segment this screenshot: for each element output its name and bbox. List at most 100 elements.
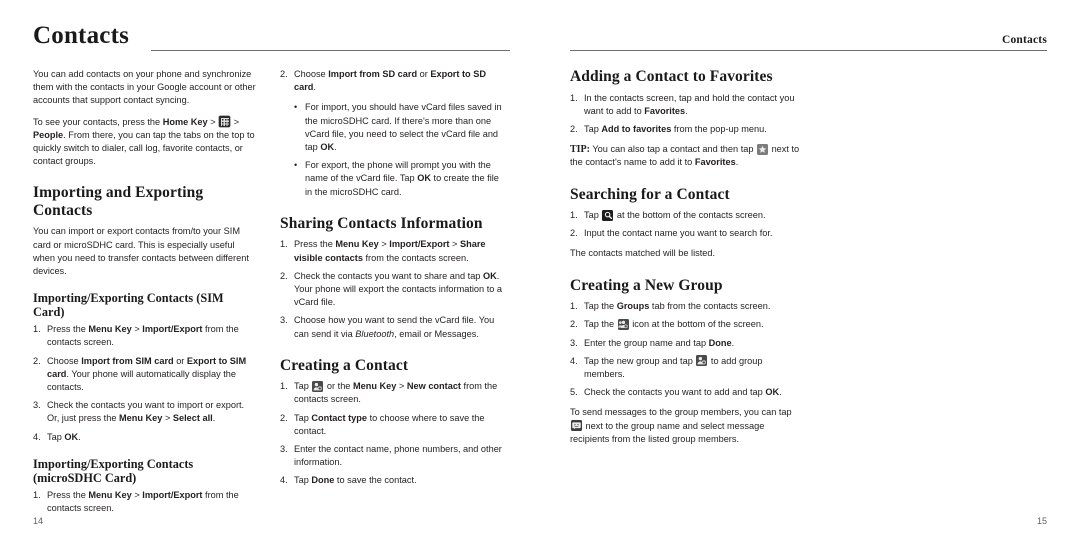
chapter-title: Contacts xyxy=(33,22,130,49)
group-note-pre: To send messages to the group members, y… xyxy=(570,407,792,418)
list-item: 1. Tap the Groups tab from the contacts s… xyxy=(570,300,802,313)
step-number: 4. xyxy=(33,431,41,442)
import-intro-paragraph: You can import or export contacts from/t… xyxy=(33,226,249,277)
microsdhc-bullets: For import, you should have vCard files … xyxy=(294,101,505,198)
heading-importing-exporting-contacts: Importing and Exporting Contacts xyxy=(33,184,204,219)
searching-steps: 1. Tap at the bottom of the contacts scre… xyxy=(570,209,802,240)
group-note-post: next to the group name and select messag… xyxy=(570,420,765,444)
step-number: 1. xyxy=(570,210,578,221)
step-number: 5. xyxy=(570,387,578,398)
running-head-right: Contacts xyxy=(1001,34,1047,46)
step-text: Tap Done to save the contact. xyxy=(294,475,417,486)
person-add-icon xyxy=(312,380,324,392)
list-item: 2. Choose Import from SIM card or Export … xyxy=(33,355,258,395)
list-item: 1. Press the Menu Key > Import/Export fro… xyxy=(33,323,258,349)
list-item: 4. Tap the new group and tap to add group… xyxy=(570,355,802,381)
intro2-bold-home-key: Home Key xyxy=(162,116,208,127)
step-text-post: or the Menu Key > New contact from the c… xyxy=(294,381,498,405)
step-number: 2. xyxy=(280,270,288,281)
microsdhc-steps-continued: 2. Choose Import from SD card or Export t… xyxy=(280,68,505,94)
list-item: 1. Tap or the Menu Key > New contact from… xyxy=(280,380,505,406)
person-add-icon xyxy=(696,355,708,367)
tip-tail: . xyxy=(735,157,739,168)
list-item: 1. Tap at the bottom of the contacts scre… xyxy=(570,209,802,222)
step-text: Choose Import from SIM card or Export to… xyxy=(47,355,247,393)
star-icon xyxy=(757,143,769,155)
step-text: Choose Import from SD card or Export to … xyxy=(294,69,486,93)
list-item: 2. Check the contacts you want to share a… xyxy=(280,270,505,310)
list-item: 2. Tap Add to favorites from the pop-up m… xyxy=(570,123,802,136)
heading-searching-for-a-contact: Searching for a Contact xyxy=(570,185,730,203)
list-item: 3. Enter the contact name, phone numbers,… xyxy=(280,443,505,469)
step-number: 2. xyxy=(570,319,578,330)
search-icon xyxy=(602,209,614,221)
step-text: In the contacts screen, tap and hold the… xyxy=(584,92,795,116)
heading-adding-a-contact-to-favorites: Adding a Contact to Favorites xyxy=(570,68,773,85)
page-number-left: 14 xyxy=(33,516,44,526)
step-number: 2. xyxy=(280,412,288,423)
step-number: 3. xyxy=(33,400,41,411)
step-text: Tap OK. xyxy=(47,431,81,442)
microsdhc-steps: 1. Press the Menu Key > Import/Export fro… xyxy=(33,489,258,515)
step-text-pre: Tap xyxy=(584,210,602,221)
heading-creating-a-contact: Creating a Contact xyxy=(280,356,409,374)
step-text: Check the contacts you want to import or… xyxy=(47,400,245,424)
step-number: 4. xyxy=(570,355,578,366)
step-text-pre: Tap the xyxy=(584,319,617,330)
intro2-sep-2: > xyxy=(231,116,240,127)
favorites-steps: 1. In the contacts screen, tap and hold t… xyxy=(570,92,802,137)
heading-creating-a-new-group: Creating a New Group xyxy=(570,276,723,294)
step-number: 3. xyxy=(570,337,578,348)
step-number: 2. xyxy=(570,123,578,134)
step-number: 1. xyxy=(570,301,578,312)
manual-spread: Contacts You can add contacts on your ph… xyxy=(0,0,1080,539)
step-text-post: icon at the bottom of the screen. xyxy=(629,319,764,330)
page-number-right: 15 xyxy=(1036,516,1047,526)
tip-bold-favorites: Favorites xyxy=(694,157,736,168)
list-item: 1. In the contacts screen, tap and hold t… xyxy=(570,92,802,118)
list-item: 1. Press the Menu Key > Import/Export fro… xyxy=(33,489,258,515)
sharing-contacts-steps: 1. Press the Menu Key > Import/Export > S… xyxy=(280,238,505,340)
step-number: 1. xyxy=(280,239,288,250)
subheading-microsdhc-card: Importing/Exporting Contacts (microSDHC … xyxy=(33,456,194,485)
step-number: 3. xyxy=(280,444,288,455)
page-right-header: Contacts xyxy=(570,22,1047,56)
list-item: For export, the phone will prompt you wi… xyxy=(294,159,505,199)
step-number: 2. xyxy=(33,355,41,366)
step-number: 2. xyxy=(570,228,578,239)
subheading-sim-card: Importing/Exporting Contacts (SIM Card) xyxy=(33,291,224,320)
tip-pre: You can also tap a contact and then tap xyxy=(590,144,757,155)
step-text: Press the Menu Key > Import/Export > Sha… xyxy=(294,239,486,263)
page-left: Contacts You can add contacts on your ph… xyxy=(0,0,540,539)
header-rule xyxy=(570,50,1047,51)
list-item: For import, you should have vCard files … xyxy=(294,101,505,154)
intro2-bold-people: People xyxy=(33,129,64,140)
group-add-icon xyxy=(617,318,629,330)
step-text: Tap the Groups tab from the contacts scr… xyxy=(584,301,771,312)
step-text: Choose how you want to send the vCard fi… xyxy=(294,315,495,339)
tip-label: TIP: xyxy=(570,144,590,156)
list-item: 2. Tap the icon at the bottom of the scre… xyxy=(570,318,802,331)
step-text-post: at the bottom of the contacts screen. xyxy=(614,210,766,221)
list-item: 4. Tap Done to save the contact. xyxy=(280,474,505,487)
page-left-header: Contacts xyxy=(33,22,510,56)
intro2-pre: To see your contacts, press the xyxy=(33,116,163,127)
step-number: 1. xyxy=(33,324,41,335)
step-number: 2. xyxy=(280,69,288,79)
new-group-steps: 1. Tap the Groups tab from the contacts s… xyxy=(570,300,802,399)
intro-paragraph-2: To see your contacts, press the Home Key… xyxy=(33,116,258,169)
list-item: 3. Choose how you want to send the vCard … xyxy=(280,314,505,340)
message-icon xyxy=(571,420,582,432)
heading-sharing-contacts-information: Sharing Contacts Information xyxy=(280,214,483,232)
list-item: 3. Check the contacts you want to import … xyxy=(33,399,258,425)
step-number: 4. xyxy=(280,475,288,486)
sim-card-steps: 1. Press the Menu Key > Import/Export fro… xyxy=(33,323,258,444)
list-item: 2. Tap Contact type to choose where to sa… xyxy=(280,412,505,438)
step-text: Input the contact name you want to searc… xyxy=(584,228,773,239)
list-item: 1. Press the Menu Key > Import/Export > S… xyxy=(280,238,505,264)
page-right: Contacts Adding a Contact to Favorites 1… xyxy=(540,0,1080,539)
page-right-columns: Adding a Contact to Favorites 1. In the c… xyxy=(570,68,1047,454)
list-item: 2. Input the contact name you want to sea… xyxy=(570,227,802,240)
page-right-column-1: Adding a Contact to Favorites 1. In the c… xyxy=(570,68,802,454)
list-item: 4. Tap OK. xyxy=(33,431,258,444)
